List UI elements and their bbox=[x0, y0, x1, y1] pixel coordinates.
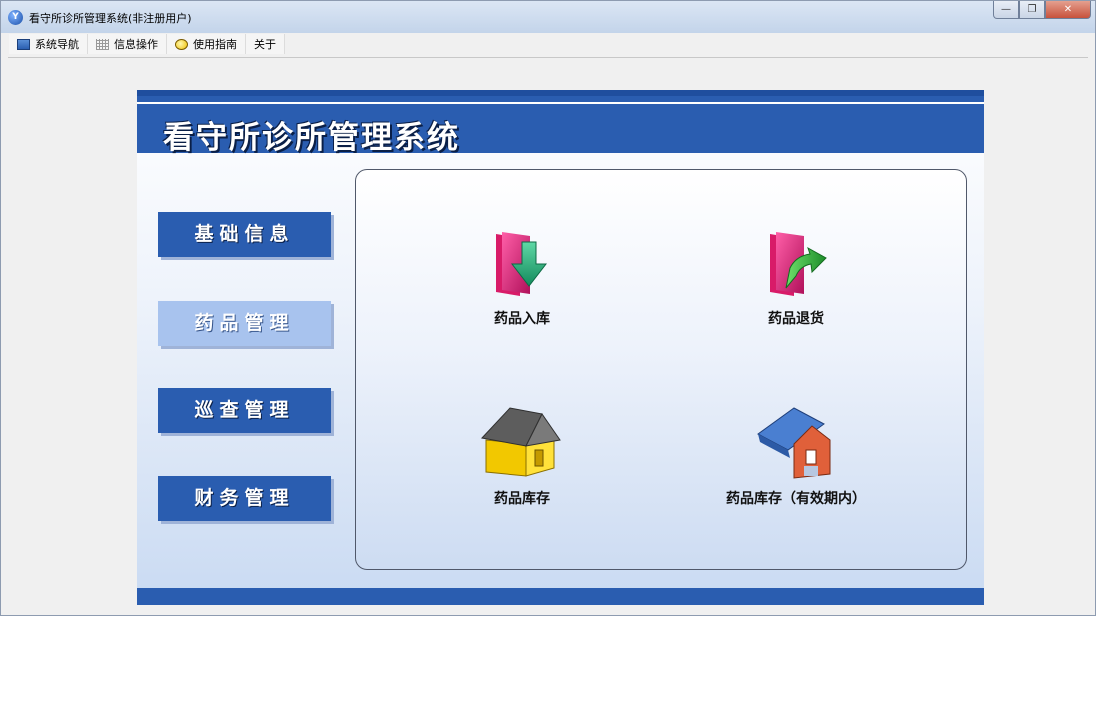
tile-label: 药品库存 bbox=[494, 491, 550, 507]
title-bar[interactable]: Y 看守所诊所管理系统(非注册用户) — ❐ ✕ bbox=[1, 1, 1095, 33]
yellow-house-icon bbox=[481, 407, 561, 477]
banner-divider bbox=[137, 102, 984, 104]
sidebar-button-finance[interactable]: 财务管理 bbox=[158, 476, 331, 521]
menu-item-label: 系统导航 bbox=[35, 38, 79, 51]
folder-return-arrow-icon bbox=[770, 232, 827, 296]
monitor-icon bbox=[17, 38, 30, 50]
close-button[interactable]: ✕ bbox=[1045, 1, 1091, 19]
grid-icon bbox=[96, 38, 109, 50]
menu-item-label: 使用指南 bbox=[193, 38, 237, 51]
sidebar-button-drug-management[interactable]: 药品管理 bbox=[158, 301, 331, 346]
window-controls: — ❐ ✕ bbox=[993, 1, 1091, 20]
tile-drug-inventory[interactable]: 药品库存 bbox=[412, 404, 632, 508]
footer-bar bbox=[137, 588, 984, 605]
main-panel: 看守所诊所管理系统 基础信息 药品管理 巡查管理 财务管理 药品入库 药品退货 … bbox=[137, 90, 984, 605]
tile-label: 药品库存（有效期内） bbox=[726, 491, 866, 507]
tile-label: 药品退货 bbox=[768, 311, 824, 327]
function-panel: 药品入库 药品退货 药品库存 药品库存（有效期内） bbox=[355, 169, 967, 570]
lightbulb-icon bbox=[175, 38, 188, 50]
menu-item-about[interactable]: 关于 bbox=[246, 34, 285, 54]
app-logo-icon: Y bbox=[8, 10, 23, 25]
menu-item-user-guide[interactable]: 使用指南 bbox=[167, 34, 246, 54]
sidebar-button-basic-info[interactable]: 基础信息 bbox=[158, 212, 331, 257]
menu-bar: 系统导航 信息操作 使用指南 关于 bbox=[9, 34, 1087, 55]
tile-label: 药品入库 bbox=[494, 311, 550, 327]
menu-item-info-ops[interactable]: 信息操作 bbox=[88, 34, 167, 54]
tile-drug-inbound[interactable]: 药品入库 bbox=[412, 228, 632, 328]
window-title: 看守所诊所管理系统(非注册用户) bbox=[29, 12, 192, 25]
header-banner: 看守所诊所管理系统 bbox=[137, 90, 984, 156]
tile-drug-return[interactable]: 药品退货 bbox=[686, 228, 906, 328]
menu-item-label: 关于 bbox=[254, 38, 276, 51]
sidebar-button-inspection[interactable]: 巡查管理 bbox=[158, 388, 331, 433]
page-title: 看守所诊所管理系统 bbox=[163, 120, 460, 156]
tile-drug-inventory-valid[interactable]: 药品库存（有效期内） bbox=[686, 404, 906, 508]
folder-down-arrow-icon bbox=[496, 232, 548, 296]
menu-item-label: 信息操作 bbox=[114, 38, 158, 51]
menu-item-system-nav[interactable]: 系统导航 bbox=[9, 34, 88, 54]
minimize-button[interactable]: — bbox=[993, 1, 1019, 19]
restore-button[interactable]: ❐ bbox=[1019, 1, 1045, 19]
house-book-icon bbox=[757, 407, 831, 479]
